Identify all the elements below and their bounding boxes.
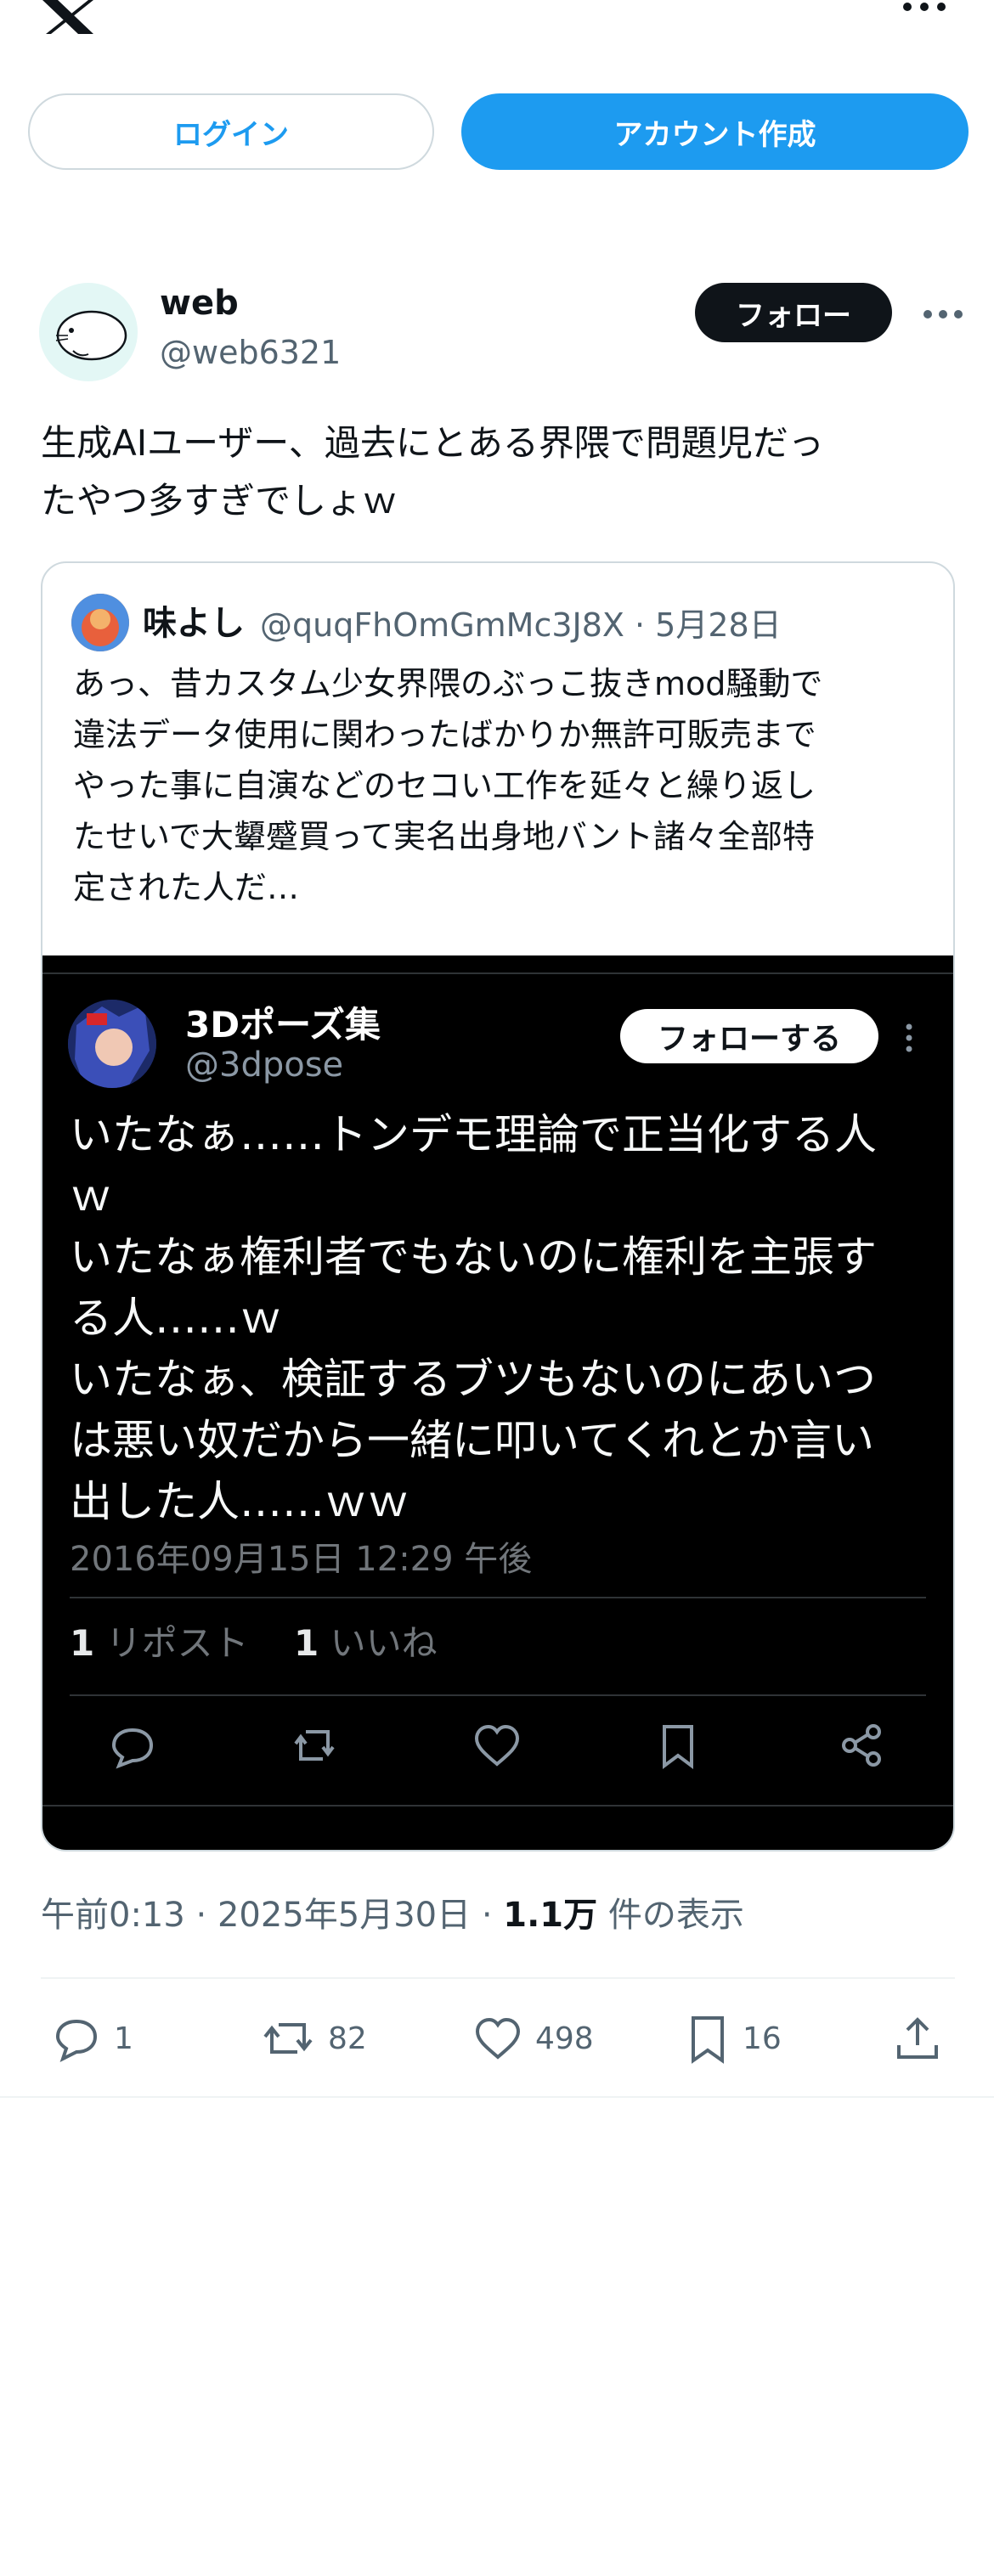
post-text: 生成AIユーザー、過去にとある界隈で問題児だっ たやつ多すぎでしょｗ	[41, 422, 824, 521]
divider	[70, 1597, 926, 1598]
bookmark-count: 16	[743, 2021, 782, 2056]
embedded-like-label: いいね	[330, 1622, 438, 1664]
repost-button[interactable]: 82	[260, 2011, 367, 2066]
divider	[42, 972, 953, 974]
embedded-action-bar	[42, 1720, 953, 1788]
embedded-more-icon	[906, 1023, 912, 1052]
reply-button[interactable]: 1	[51, 2011, 133, 2066]
views-label: 件の表示	[597, 1896, 744, 1935]
divider	[70, 1694, 926, 1696]
repost-count: 82	[328, 2021, 367, 2056]
bookmark-icon	[692, 2016, 724, 2064]
post-more-icon[interactable]	[918, 297, 969, 331]
like-icon	[474, 1724, 520, 1767]
more-icon[interactable]	[899, 0, 950, 17]
author-name[interactable]: web	[160, 284, 239, 323]
embedded-stats: 1 リポスト 1 いいね	[70, 1615, 438, 1666]
repost-icon	[263, 2023, 313, 2054]
divider	[42, 1805, 953, 1807]
character-avatar-icon	[71, 594, 129, 651]
author-handle[interactable]: @web6321	[160, 334, 341, 371]
reply-count: 1	[114, 2021, 133, 2056]
seal-avatar-icon	[55, 310, 127, 361]
embedded-repost-label: リポスト	[105, 1622, 249, 1664]
divider	[0, 2096, 994, 2098]
create-account-button[interactable]: アカウント作成	[461, 93, 969, 170]
embedded-follow-button: フォローする	[620, 1009, 878, 1063]
embedded-author-handle: @3dpose	[185, 1046, 344, 1085]
share-icon	[842, 1724, 881, 1767]
repost-icon	[294, 1730, 335, 1761]
divider	[41, 1977, 955, 1979]
views-count: 1.1万	[503, 1896, 598, 1935]
quote-avatar[interactable]	[71, 594, 129, 651]
embedded-repost-count: 1	[70, 1622, 95, 1664]
quote-text: あっ、昔カスタム少女界隈のぶっこ抜きmod騒動で 違法データ使用に関わったばかり…	[73, 665, 823, 906]
bookmark-button[interactable]: 16	[685, 2011, 782, 2066]
follow-button[interactable]: フォロー	[695, 283, 892, 342]
character-avatar-icon	[68, 1000, 156, 1088]
post-meta: 午前0:13 · 2025年5月30日 · 1.1万 件の表示	[41, 1887, 744, 1936]
quoted-post[interactable]: 味よし @quqFhOmGmMc3J8X · 5月28日 あっ、昔カスタム少女界…	[41, 561, 955, 1852]
embedded-avatar	[68, 1000, 156, 1088]
quote-screenshot-image[interactable]: 3Dポーズ集 @3dpose フォローする いたなぁ……トンデモ理論で正当化する…	[42, 955, 953, 1850]
share-button[interactable]	[892, 2011, 943, 2066]
x-logo-icon[interactable]	[39, 0, 99, 34]
login-button[interactable]: ログイン	[28, 93, 434, 170]
reply-icon	[111, 1728, 154, 1769]
embedded-timestamp: 2016年09月15日 12:29 午後	[70, 1540, 533, 1579]
post-timestamp[interactable]: 午前0:13 · 2025年5月30日 ·	[41, 1896, 503, 1935]
like-icon	[475, 2017, 521, 2060]
embedded-text: いたなぁ……トンデモ理論で正当化する人 ｗ いたなぁ権利者でもないのに権利を主張…	[70, 1110, 877, 1526]
bookmark-icon	[663, 1725, 693, 1769]
embedded-like-count: 1	[294, 1622, 319, 1664]
quote-author-handle[interactable]: @quqFhOmGmMc3J8X · 5月28日	[260, 599, 782, 645]
like-count: 498	[535, 2021, 594, 2056]
like-button[interactable]: 498	[472, 2011, 594, 2066]
quote-author-name[interactable]: 味よし	[143, 595, 245, 645]
share-icon	[897, 2017, 938, 2059]
avatar[interactable]	[39, 283, 138, 381]
top-bar	[0, 0, 994, 59]
embedded-author-name: 3Dポーズ集	[185, 1004, 381, 1046]
reply-icon	[55, 2019, 98, 2062]
